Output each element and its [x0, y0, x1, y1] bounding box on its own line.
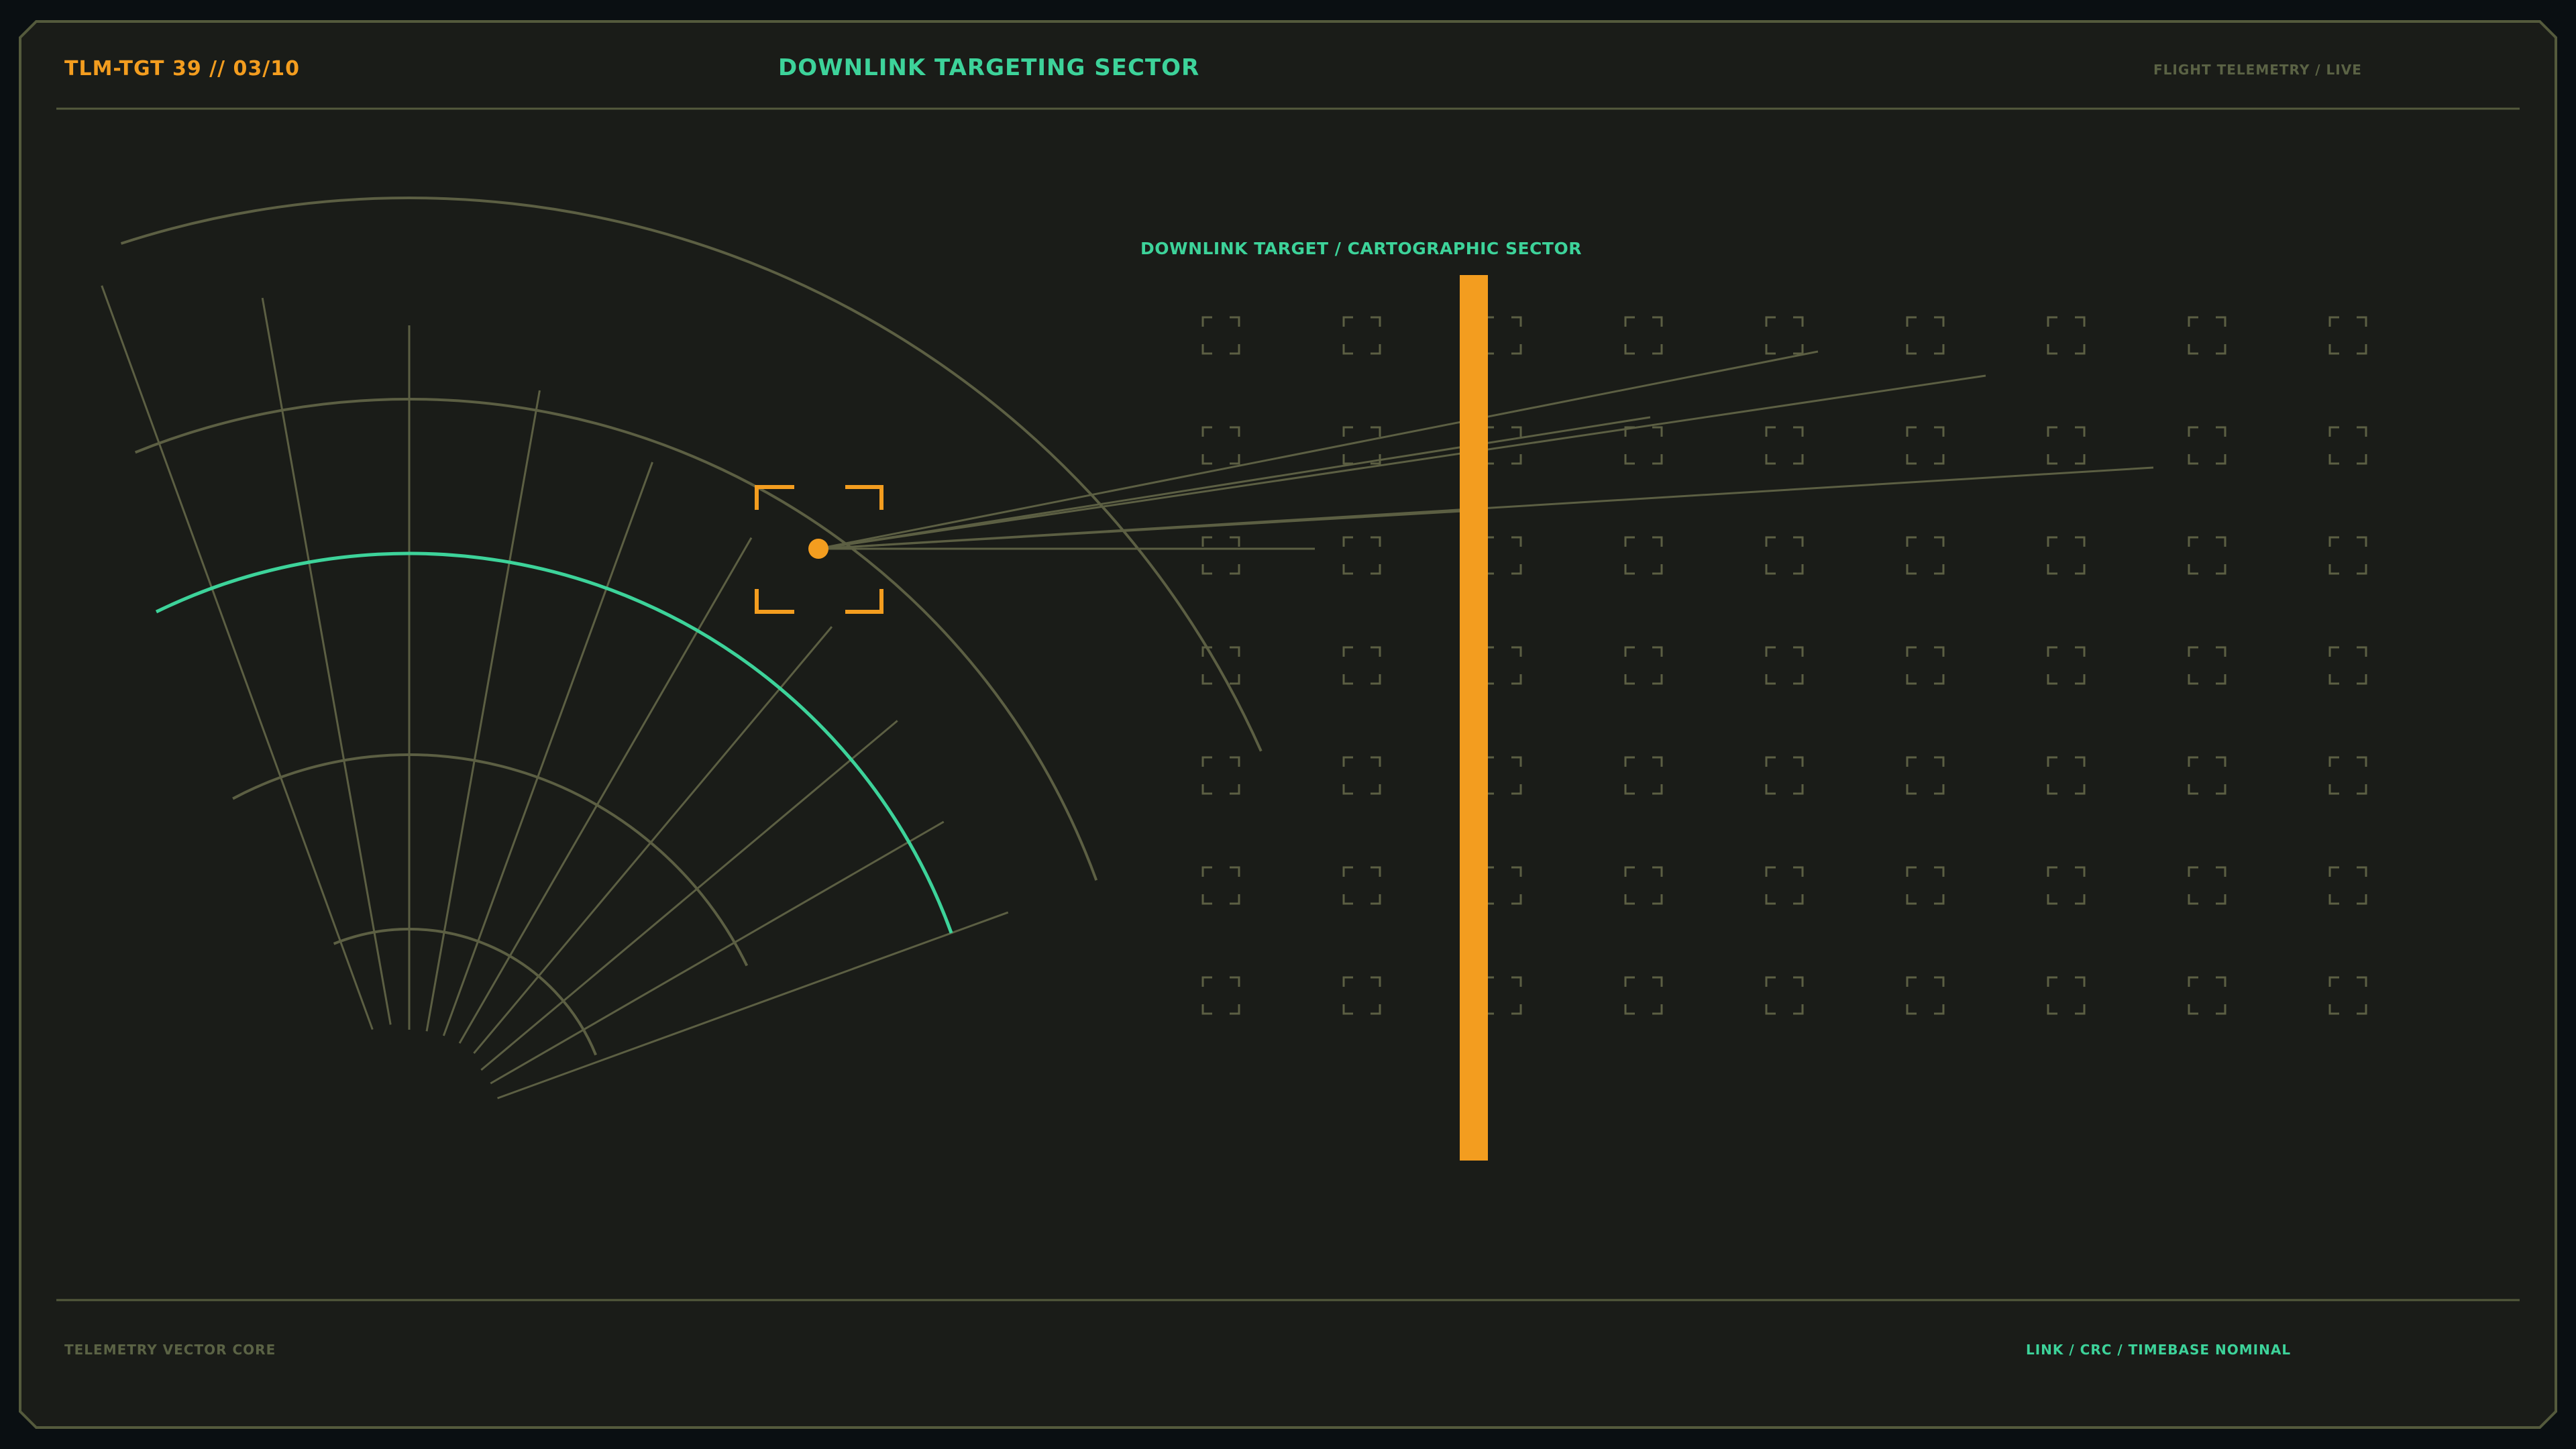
page-title: DOWNLINK TARGETING SECTOR [778, 54, 1199, 81]
footer-right-label: LINK / CRC / TIMEBASE NOMINAL [2026, 1342, 2291, 1358]
header-status: FLIGHT TELEMETRY / LIVE [2153, 62, 2362, 78]
sector-label: DOWNLINK TARGET / CARTOGRAPHIC SECTOR [1140, 239, 1582, 258]
target-marker-icon[interactable] [808, 539, 828, 559]
hud-frame [19, 20, 2557, 1429]
footer-left-label: TELEMETRY VECTOR CORE [64, 1342, 276, 1358]
sweep-bar[interactable] [1460, 275, 1488, 1161]
header-id-label: TLM-TGT 39 // 03/10 [64, 57, 300, 80]
hud-stage: TLM-TGT 39 // 03/10 DOWNLINK TARGETING S… [19, 20, 2557, 1429]
